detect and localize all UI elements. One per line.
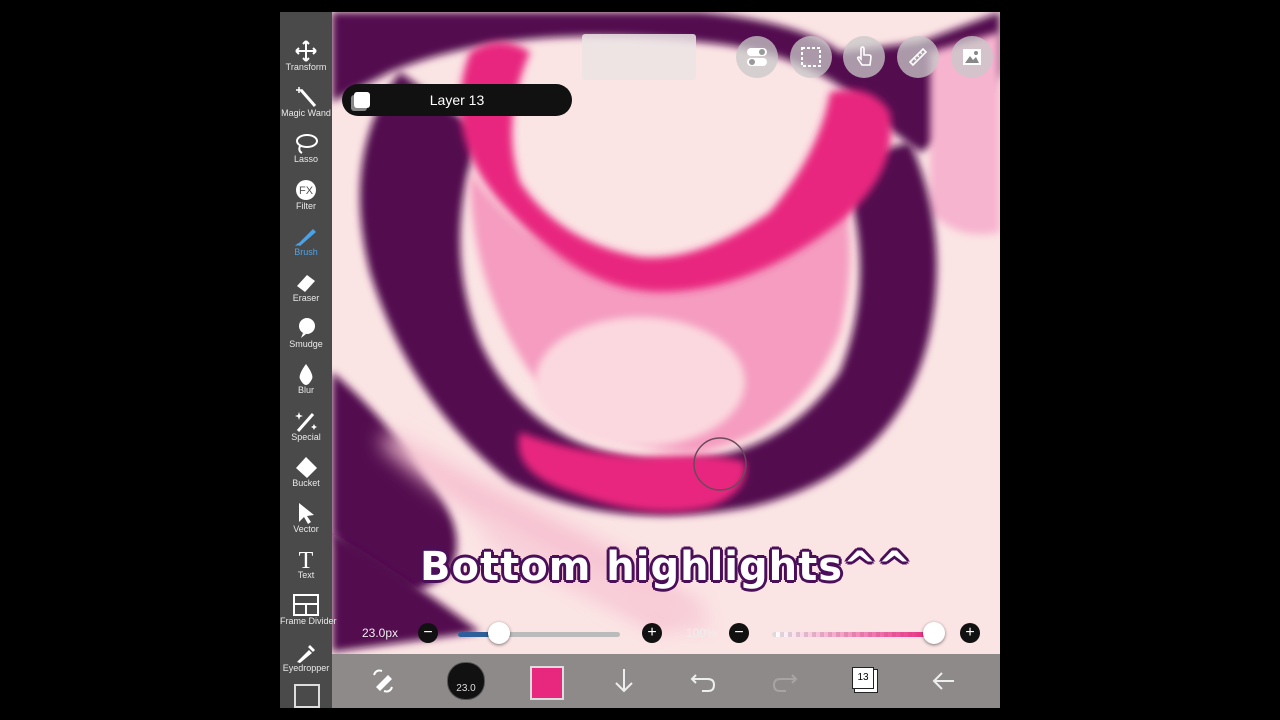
- eraser-icon: [297, 275, 315, 292]
- tool-filter[interactable]: FX Filter: [280, 171, 332, 217]
- tool-text[interactable]: T Text: [280, 540, 332, 586]
- fx-icon: FX: [296, 179, 316, 200]
- tool-label: Filter: [296, 200, 316, 211]
- toggle-settings-button[interactable]: [736, 36, 778, 78]
- dashed-selection-icon: [801, 47, 821, 67]
- brush-eraser-swap-button[interactable]: [368, 665, 400, 697]
- arrow-down-icon[interactable]: [608, 665, 640, 697]
- sparkle-pen-icon: [295, 411, 317, 432]
- tool-label: Vector: [293, 524, 319, 534]
- pointer-arrow-icon: [299, 503, 314, 524]
- brush-size-label: 23.0: [456, 683, 476, 694]
- canvas-square-icon[interactable]: [294, 684, 320, 708]
- frame-divider-icon: [293, 594, 319, 617]
- brush-size-increase-button[interactable]: +: [642, 623, 662, 643]
- svg-text:FX: FX: [299, 185, 314, 197]
- brush-size-value: 23.0px: [362, 626, 399, 640]
- tool-palette: Transform Magic Wand Lasso FX Filter Brush Era…: [280, 12, 337, 708]
- tool-frame-divider[interactable]: Frame Divider: [280, 586, 337, 632]
- tool-label: Eraser: [292, 293, 320, 303]
- tool-label: Eyedropper: [282, 662, 330, 673]
- layers-button[interactable]: 13: [852, 667, 874, 689]
- brush-size-slider-handle[interactable]: [487, 622, 510, 644]
- ruler-button[interactable]: [897, 36, 939, 78]
- tool-label: Transform: [285, 62, 327, 72]
- color-swatch-button[interactable]: [530, 666, 564, 700]
- eyedropper-icon: [297, 644, 315, 663]
- tool-label: Frame Divider: [280, 616, 337, 627]
- bucket-icon: [296, 456, 317, 478]
- brush-size-track[interactable]: [458, 632, 620, 637]
- opacity-track[interactable]: [772, 632, 934, 637]
- ghost-panel: [582, 34, 696, 80]
- image-icon: [963, 49, 981, 65]
- tool-transform[interactable]: Transform: [280, 32, 332, 78]
- tool-blur[interactable]: Blur: [280, 355, 332, 401]
- move-arrows-icon: [295, 40, 317, 62]
- tool-label: Lasso: [293, 154, 319, 165]
- tool-label: Text: [297, 570, 315, 581]
- svg-text:T: T: [299, 548, 314, 570]
- tool-brush[interactable]: Brush: [280, 217, 332, 263]
- hand-pointer-icon: [856, 46, 872, 66]
- tool-eraser[interactable]: Eraser: [280, 263, 332, 309]
- tool-label: Special: [291, 431, 321, 442]
- tool-vector[interactable]: Vector: [280, 494, 332, 540]
- tool-special[interactable]: Special: [280, 402, 332, 448]
- droplet-icon: [299, 364, 313, 386]
- tool-magic-wand[interactable]: Magic Wand: [280, 78, 332, 124]
- tool-label: Magic Wand: [281, 108, 331, 119]
- tool-label: Blur: [297, 385, 314, 396]
- opacity-decrease-button[interactable]: −: [729, 623, 749, 643]
- smudge-icon: [299, 318, 315, 339]
- ruler-icon: [908, 47, 928, 67]
- brush-size-button[interactable]: 23.0: [447, 662, 485, 700]
- magic-wand-icon: [296, 87, 317, 108]
- opacity-increase-button[interactable]: +: [960, 623, 980, 643]
- tool-smudge[interactable]: Smudge: [280, 309, 332, 355]
- video-subtitle: Bottom highlights^^: [420, 544, 913, 590]
- tool-lasso[interactable]: Lasso: [280, 124, 332, 170]
- toggle-switch-icon: [747, 48, 767, 66]
- layer-name: Layer 13: [429, 92, 485, 108]
- text-t-icon: T: [299, 548, 314, 570]
- undo-icon[interactable]: [688, 665, 720, 697]
- tool-label: Smudge: [289, 339, 323, 350]
- opacity-fill: [772, 632, 934, 637]
- selection-button[interactable]: [790, 36, 832, 78]
- lasso-icon: [296, 134, 318, 155]
- bottom-toolbar: 23.0 13: [332, 654, 1000, 708]
- brush-icon: [295, 228, 316, 246]
- ibispaint-app: Transform Magic Wand Lasso FX Filter Brush Era…: [280, 12, 1000, 708]
- opacity-slider-handle[interactable]: [923, 622, 945, 644]
- drawing-canvas[interactable]: [280, 12, 1000, 708]
- material-button[interactable]: [951, 36, 993, 78]
- opacity-value: 100%: [686, 626, 717, 640]
- tool-eyedropper[interactable]: Eyedropper: [280, 633, 332, 679]
- back-arrow-icon[interactable]: [928, 665, 960, 697]
- tool-label: Bucket: [292, 477, 320, 488]
- touch-settings-button[interactable]: [843, 36, 885, 78]
- tool-bucket[interactable]: Bucket: [280, 448, 332, 494]
- tool-label: Brush: [294, 246, 318, 257]
- brush-sliders-row: 23.0px − + 100% − +: [332, 618, 1000, 648]
- redo-icon[interactable]: [768, 665, 800, 697]
- current-layer-indicator[interactable]: Layer 13: [342, 84, 572, 116]
- brush-size-decrease-button[interactable]: −: [418, 623, 438, 643]
